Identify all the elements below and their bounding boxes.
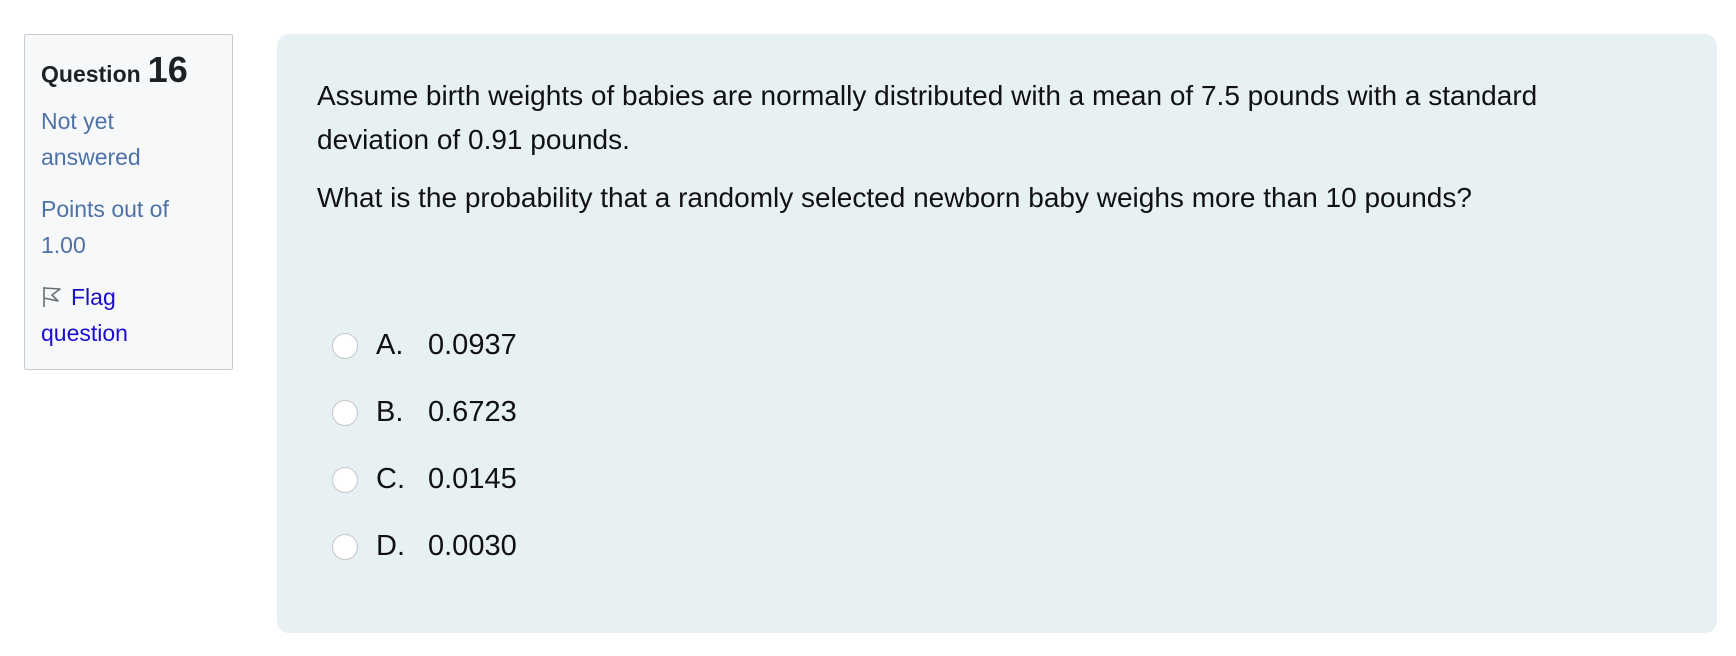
answer-letter-a: A. <box>376 329 404 361</box>
radio-button-a[interactable] <box>332 332 358 359</box>
flag-question-link[interactable]: Flag question <box>41 279 216 351</box>
question-label: Question <box>41 61 141 87</box>
answer-value-a[interactable]: 0.0937 <box>428 329 517 362</box>
radio-button-b[interactable] <box>332 399 358 426</box>
answer-value-d[interactable]: 0.0030 <box>428 530 517 563</box>
answer-letter-d: D. <box>376 530 405 562</box>
question-state: Not yet answered <box>41 103 216 175</box>
answer-option-d[interactable]: D. 0.0030 <box>317 513 1677 580</box>
question-text: Assume birth weights of babies are norma… <box>317 74 1677 220</box>
question-paragraph-1-line-2: deviation of 0.91 pounds. <box>317 124 630 155</box>
question-info-panel: Question 16 Not yet answered Points out … <box>24 34 233 370</box>
grade-line-2: 1.00 <box>41 232 86 258</box>
answer-value-b[interactable]: 0.6723 <box>428 396 517 429</box>
radio-button-c[interactable] <box>332 466 358 493</box>
answer-letter-b: B. <box>376 396 404 428</box>
flag-label-line-1[interactable]: Flag <box>71 284 116 310</box>
answer-option-b[interactable]: B. 0.6723 <box>317 379 1677 446</box>
state-line-1: Not yet <box>41 108 114 134</box>
answer-letter-c: C. <box>376 463 405 495</box>
question-paragraph-1-line-1: Assume birth weights of babies are norma… <box>317 80 1538 111</box>
question-number: 16 <box>147 49 188 90</box>
question-paragraph-2: What is the probability that a randomly … <box>317 182 1472 213</box>
grade-line-1: Points out of <box>41 196 169 222</box>
answer-options: A. 0.0937 B. 0.6723 C. 0.0145 D. 0.0030 <box>317 312 1677 580</box>
flag-label-line-2[interactable]: question <box>41 315 216 351</box>
flag-icon <box>43 287 61 307</box>
state-line-2: answered <box>41 144 141 170</box>
answer-option-a[interactable]: A. 0.0937 <box>317 312 1677 379</box>
question-paragraph-1: Assume birth weights of babies are norma… <box>317 74 1677 162</box>
question-number-heading: Question 16 <box>41 49 216 91</box>
radio-button-d[interactable] <box>332 533 358 560</box>
question-grade: Points out of 1.00 <box>41 191 216 263</box>
question-content: Assume birth weights of babies are norma… <box>277 34 1717 633</box>
answer-value-c[interactable]: 0.0145 <box>428 463 517 496</box>
answer-option-c[interactable]: C. 0.0145 <box>317 446 1677 513</box>
